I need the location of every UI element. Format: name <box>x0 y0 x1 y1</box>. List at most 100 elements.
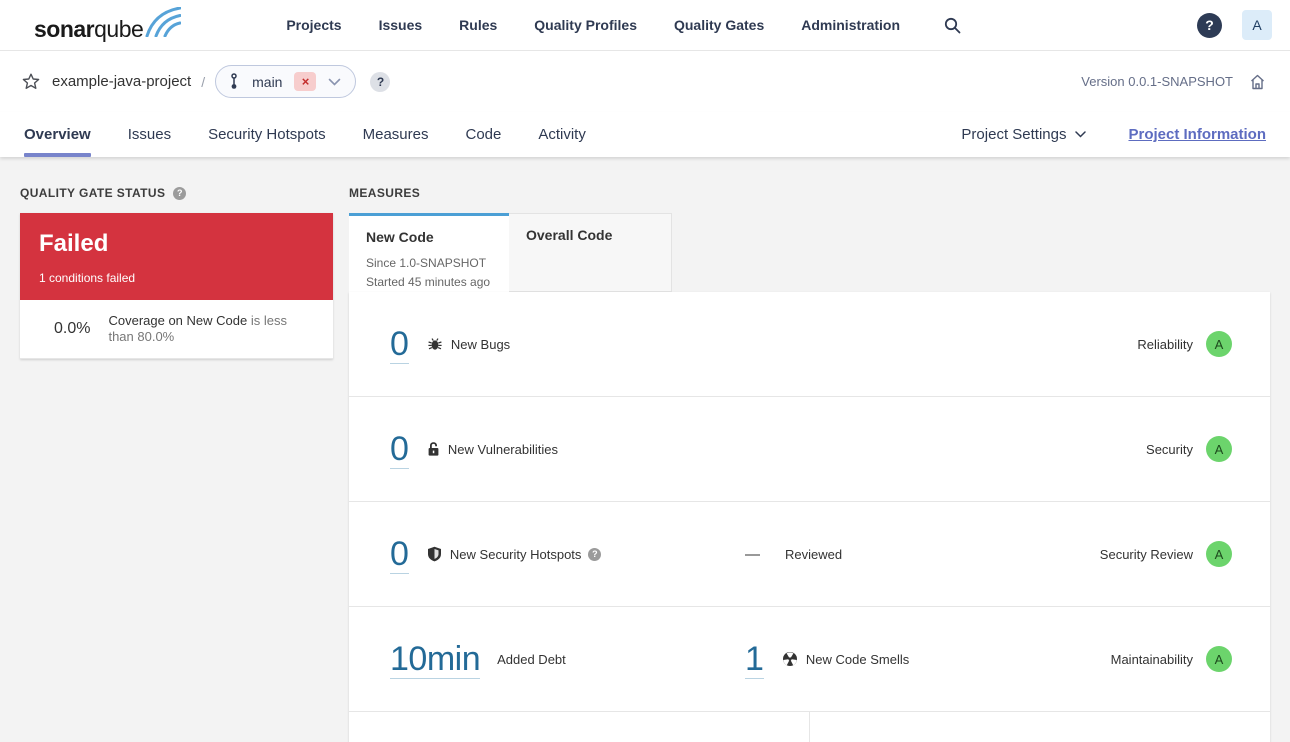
nav-item-issues[interactable]: Issues <box>379 17 423 33</box>
nav-item-projects[interactable]: Projects <box>286 17 341 33</box>
breadcrumb-separator: / <box>201 73 206 90</box>
code-smell-icon <box>782 651 798 667</box>
reliability-rating-badge[interactable]: A <box>1206 331 1232 357</box>
hotspots-label-text: New Security Hotspots <box>449 546 582 562</box>
nav-item-quality-profiles[interactable]: Quality Profiles <box>534 17 637 33</box>
new-code-smells-count[interactable]: 1 <box>745 640 764 679</box>
failed-condition-row[interactable]: 0.0% Coverage on New Code is less than 8… <box>20 300 333 359</box>
open-lock-icon <box>427 441 440 457</box>
chevron-down-icon <box>1075 131 1087 138</box>
condition-metric: Coverage on New Code <box>108 313 248 328</box>
hotspots-reviewed-group: — Reviewed <box>745 546 842 563</box>
code-smells-group: 1 New Code Smells <box>745 640 909 679</box>
security-rating-badge[interactable]: A <box>1206 436 1232 462</box>
reviewed-label: Reviewed <box>785 546 843 562</box>
logo-text-qube: qube <box>94 16 144 42</box>
logo-text-sonar: sonar <box>34 16 95 42</box>
nav-right: ? A <box>1197 10 1272 40</box>
overview-content: QUALITY GATE STATUS ? Failed 1 condition… <box>0 157 1290 742</box>
new-vulnerabilities-count[interactable]: 0 <box>390 430 409 469</box>
new-bugs-count[interactable]: 0 <box>390 325 409 364</box>
branch-name: main <box>252 73 283 90</box>
home-icon[interactable] <box>1249 74 1266 90</box>
quality-gate-title-text: QUALITY GATE STATUS <box>20 186 166 200</box>
tab-overview[interactable]: Overview <box>24 112 91 157</box>
quality-gate-column: QUALITY GATE STATUS ? Failed 1 condition… <box>20 186 333 742</box>
quality-gate-title: QUALITY GATE STATUS ? <box>20 186 333 200</box>
tab-issues[interactable]: Issues <box>128 112 171 157</box>
help-icon[interactable]: ? <box>1197 12 1222 38</box>
tab-measures[interactable]: Measures <box>363 112 429 157</box>
branch-icon <box>228 73 240 90</box>
new-code-smells-label: New Code Smells <box>805 651 910 667</box>
nav-item-administration[interactable]: Administration <box>801 17 900 33</box>
measure-row-maintainability: 10min Added Debt 1 New Code Smells Maint… <box>349 607 1270 712</box>
tab-bar-right: Project Settings Project Information <box>961 126 1266 143</box>
measure-row-reliability: 0 New Bugs Reliability A <box>349 292 1270 397</box>
added-debt-value[interactable]: 10min <box>390 640 481 679</box>
condition-description: Coverage on New Code is less than 80.0% <box>108 313 314 345</box>
tab-activity[interactable]: Activity <box>538 112 586 157</box>
measures-column: MEASURES New Code Since 1.0-SNAPSHOT Sta… <box>349 186 1270 742</box>
new-code-tab-label: New Code <box>366 229 434 245</box>
coverage-cell <box>349 712 810 742</box>
user-avatar[interactable]: A <box>1242 10 1272 40</box>
breadcrumb: example-java-project / main × ? Version … <box>0 51 1290 112</box>
security-review-label: Security Review <box>1099 546 1193 562</box>
tab-new-code[interactable]: New Code Since 1.0-SNAPSHOT Started 45 m… <box>349 213 509 292</box>
hotspots-help-icon[interactable]: ? <box>588 547 602 561</box>
reliability-label: Reliability <box>1137 336 1193 352</box>
security-label: Security <box>1146 441 1193 457</box>
branch-selector[interactable]: main × <box>215 65 357 98</box>
search-icon[interactable] <box>944 17 961 34</box>
nav-links: Projects Issues Rules Quality Profiles Q… <box>286 17 900 33</box>
new-bugs-label: New Bugs <box>450 336 511 352</box>
new-security-hotspots-count[interactable]: 0 <box>390 535 409 574</box>
measure-row-coverage-duplications <box>349 712 1270 742</box>
reviewed-value: — <box>745 545 760 563</box>
favorite-star-icon[interactable] <box>22 73 40 90</box>
project-tabs: Overview Issues Security Hotspots Measur… <box>24 112 586 157</box>
tab-code[interactable]: Code <box>465 112 501 157</box>
quality-gate-status-header: Failed 1 conditions failed <box>20 213 333 300</box>
logo-swoosh-icon <box>145 7 182 37</box>
new-vulnerabilities-label: New Vulnerabilities <box>447 441 558 457</box>
nav-item-rules[interactable]: Rules <box>459 17 497 33</box>
nav-item-quality-gates[interactable]: Quality Gates <box>674 17 764 33</box>
condition-value: 0.0% <box>54 320 91 337</box>
duplications-cell <box>810 712 1270 742</box>
maintainability-label: Maintainability <box>1110 651 1193 667</box>
security-review-rating-badge[interactable]: A <box>1206 541 1232 567</box>
tab-security-hotspots[interactable]: Security Hotspots <box>208 112 326 157</box>
tab-overall-code[interactable]: Overall Code <box>509 213 672 292</box>
bug-icon <box>427 336 443 352</box>
quality-gate-card: Failed 1 conditions failed 0.0% Coverage… <box>20 213 333 359</box>
quality-gate-status: Failed <box>39 230 109 257</box>
measures-period-tabs: New Code Since 1.0-SNAPSHOT Started 45 m… <box>349 213 1270 292</box>
overall-code-tab-label: Overall Code <box>526 227 613 243</box>
branch-failed-badge[interactable]: × <box>294 72 317 91</box>
new-security-hotspots-label: New Security Hotspots ? <box>450 547 602 562</box>
measure-row-security-review: 0 New Security Hotspots ? — Reviewed Sec… <box>349 502 1270 607</box>
measures-title-text: MEASURES <box>349 186 421 200</box>
new-code-since: Since 1.0-SNAPSHOT <box>366 256 487 270</box>
top-navigation: sonarqube Projects Issues Rules Quality … <box>0 0 1290 51</box>
project-version: Version 0.0.1-SNAPSHOT <box>1081 74 1233 89</box>
breadcrumb-right: Version 0.0.1-SNAPSHOT <box>1081 74 1266 90</box>
shield-icon <box>427 546 442 562</box>
project-tab-bar: Overview Issues Security Hotspots Measur… <box>0 112 1290 157</box>
chevron-down-icon <box>328 78 341 86</box>
added-debt-label: Added Debt <box>497 651 566 667</box>
breadcrumb-project-name[interactable]: example-java-project <box>52 73 191 90</box>
project-settings-label: Project Settings <box>961 126 1067 143</box>
branch-help-icon[interactable]: ? <box>370 71 391 92</box>
measure-row-security: 0 New Vulnerabilities Security A <box>349 397 1270 502</box>
quality-gate-help-icon[interactable]: ? <box>173 186 187 200</box>
project-settings-menu[interactable]: Project Settings <box>961 126 1087 143</box>
sonarqube-logo[interactable]: sonarqube <box>34 7 182 43</box>
measures-panel: 0 New Bugs Reliability A 0 New Vulnerabi… <box>349 292 1270 742</box>
project-information-link[interactable]: Project Information <box>1128 126 1266 143</box>
new-code-started: Started 45 minutes ago <box>366 275 491 289</box>
measures-title: MEASURES <box>349 186 1270 200</box>
maintainability-rating-badge[interactable]: A <box>1206 646 1232 672</box>
